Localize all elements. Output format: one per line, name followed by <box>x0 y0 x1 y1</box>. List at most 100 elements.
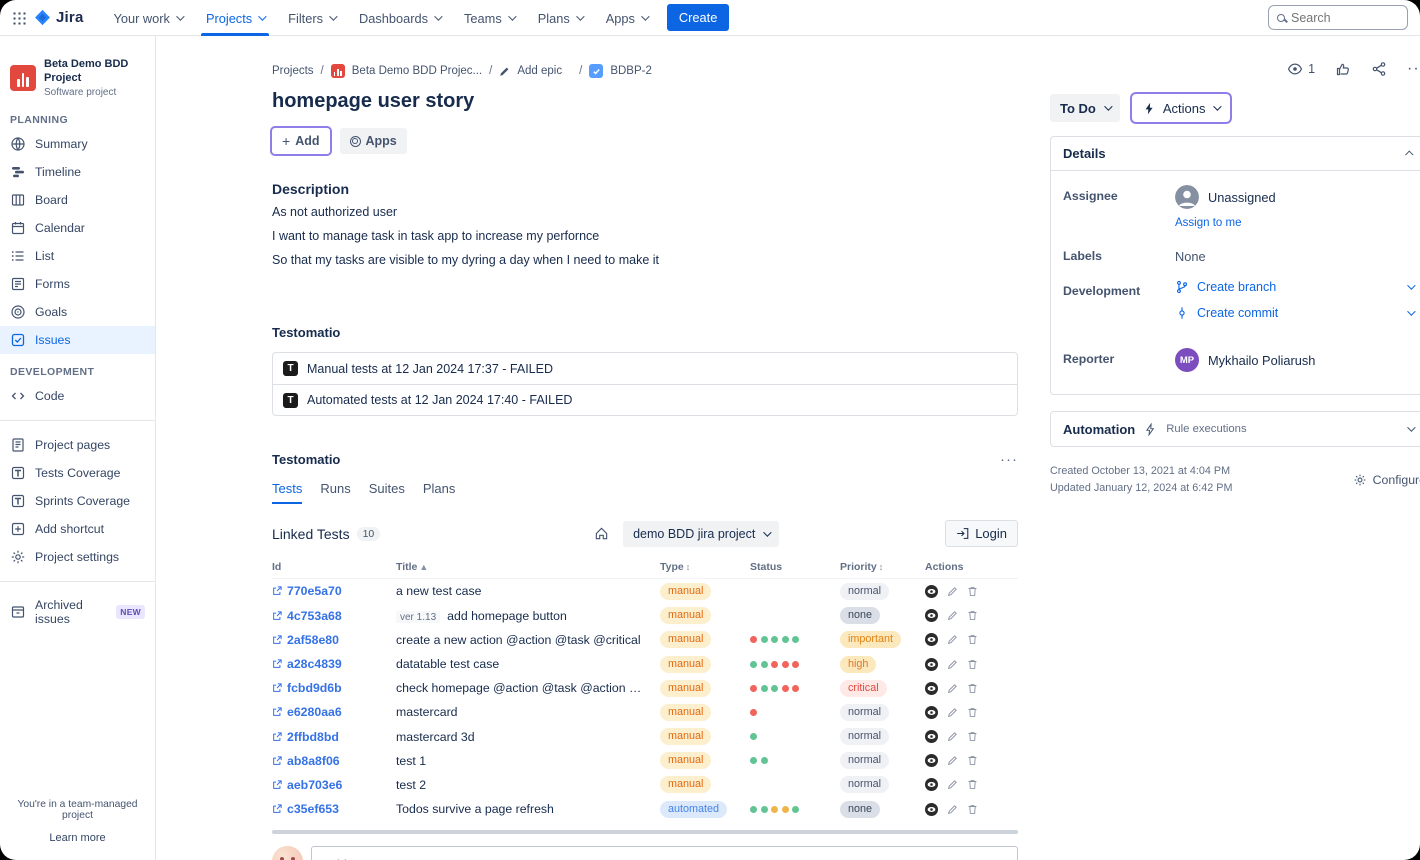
sidebar-item-summary[interactable]: Summary <box>0 130 155 158</box>
assignee-value[interactable]: Unassigned <box>1175 185 1276 209</box>
test-id-link[interactable]: fcbd9d6b <box>287 681 342 695</box>
nav-projects[interactable]: Projects <box>201 0 269 36</box>
description-line[interactable]: As not authorized user <box>272 203 1018 221</box>
test-id-link[interactable]: e6280aa6 <box>287 705 342 719</box>
delete-test-icon[interactable] <box>967 659 978 670</box>
tab-suites[interactable]: Suites <box>369 481 405 504</box>
nav-your-work[interactable]: Your work <box>109 0 187 36</box>
details-header[interactable]: Details <box>1051 137 1420 171</box>
assign-to-me-link[interactable]: Assign to me <box>1175 217 1241 229</box>
watch-button[interactable]: 1 <box>1287 61 1315 77</box>
watch-test-icon[interactable] <box>925 730 938 743</box>
automation-panel[interactable]: Automation Rule executions <box>1050 411 1420 447</box>
chevron-down-icon[interactable] <box>1407 281 1415 289</box>
like-button[interactable] <box>1335 61 1351 77</box>
apps-button[interactable]: Apps <box>340 128 407 154</box>
edit-test-icon[interactable] <box>947 707 958 718</box>
nav-apps[interactable]: Apps <box>601 0 652 36</box>
delete-test-icon[interactable] <box>967 610 978 621</box>
col-priority[interactable]: Priority↕ <box>840 561 925 573</box>
more-actions-icon[interactable]: ··· <box>1407 66 1420 72</box>
nav-dashboards[interactable]: Dashboards <box>354 0 445 36</box>
sidebar-item-sprints-coverage[interactable]: Sprints Coverage <box>0 487 155 515</box>
labels-value[interactable]: None <box>1175 245 1206 264</box>
col-status[interactable]: Status <box>750 561 840 573</box>
test-id-link[interactable]: c35ef653 <box>287 802 339 816</box>
description-line[interactable]: I want to manage task in task app to inc… <box>272 227 1018 245</box>
watch-test-icon[interactable] <box>925 658 938 671</box>
create-commit-row[interactable]: Create commit <box>1175 306 1413 320</box>
tab-tests[interactable]: Tests <box>272 481 302 504</box>
widget-more-icon[interactable]: ··· <box>1000 457 1018 463</box>
breadcrumb-projects[interactable]: Projects <box>272 65 314 77</box>
configure-button[interactable]: Configure <box>1353 463 1420 496</box>
sidebar-item-archived-issues[interactable]: Archived issues NEW <box>0 592 155 632</box>
watch-test-icon[interactable] <box>925 803 938 816</box>
comment-box[interactable]: Looks good! Need help? This is blocked..… <box>311 846 1018 860</box>
watch-test-icon[interactable] <box>925 706 938 719</box>
sidebar-item-board[interactable]: Board <box>0 186 155 214</box>
sidebar-item-code[interactable]: Code <box>0 382 155 410</box>
issue-title[interactable]: homepage user story <box>272 90 1018 113</box>
nav-plans[interactable]: Plans <box>533 0 587 36</box>
edit-test-icon[interactable] <box>947 731 958 742</box>
delete-test-icon[interactable] <box>967 804 978 815</box>
share-button[interactable] <box>1371 61 1387 77</box>
breadcrumb-issue-key[interactable]: BDBP-2 <box>610 65 652 77</box>
tab-runs[interactable]: Runs <box>320 481 350 504</box>
test-id-link[interactable]: 2af58e80 <box>287 633 339 647</box>
sidebar-item-tests-coverage[interactable]: Tests Coverage <box>0 459 155 487</box>
reporter-value[interactable]: MP Mykhailo Poliarush <box>1175 348 1315 372</box>
delete-test-icon[interactable] <box>967 779 978 790</box>
app-switcher-icon[interactable] <box>12 11 26 25</box>
delete-test-icon[interactable] <box>967 707 978 718</box>
tab-plans[interactable]: Plans <box>423 481 456 504</box>
sidebar-item-calendar[interactable]: Calendar <box>0 214 155 242</box>
edit-test-icon[interactable] <box>947 610 958 621</box>
global-search[interactable] <box>1268 5 1408 30</box>
col-title[interactable]: Title▲ <box>396 561 660 573</box>
edit-test-icon[interactable] <box>947 779 958 790</box>
horizontal-scrollbar[interactable] <box>272 830 1018 834</box>
delete-test-icon[interactable] <box>967 586 978 597</box>
create-branch-row[interactable]: Create branch <box>1175 280 1413 294</box>
test-run-result[interactable]: T Automated tests at 12 Jan 2024 17:40 -… <box>273 384 1017 415</box>
search-input[interactable] <box>1291 11 1399 25</box>
test-id-link[interactable]: 770e5a70 <box>287 584 342 598</box>
nav-teams[interactable]: Teams <box>459 0 519 36</box>
test-id-link[interactable]: 4c753a68 <box>287 609 342 623</box>
login-button[interactable]: Login <box>945 520 1018 547</box>
delete-test-icon[interactable] <box>967 755 978 766</box>
delete-test-icon[interactable] <box>967 683 978 694</box>
delete-test-icon[interactable] <box>967 731 978 742</box>
test-id-link[interactable]: ab8a8f06 <box>287 754 340 768</box>
watch-test-icon[interactable] <box>925 754 938 767</box>
sidebar-item-project-pages[interactable]: Project pages <box>0 431 155 459</box>
home-icon[interactable] <box>594 526 609 541</box>
test-id-link[interactable]: 2ffbd8bd <box>287 730 339 744</box>
edit-test-icon[interactable] <box>947 804 958 815</box>
test-run-result[interactable]: T Manual tests at 12 Jan 2024 17:37 - FA… <box>273 353 1017 384</box>
watch-test-icon[interactable] <box>925 609 938 622</box>
project-header[interactable]: Beta Demo BDD Project Software project <box>0 58 155 98</box>
sidebar-item-timeline[interactable]: Timeline <box>0 158 155 186</box>
watch-test-icon[interactable] <box>925 633 938 646</box>
watch-test-icon[interactable] <box>925 778 938 791</box>
sidebar-item-forms[interactable]: Forms <box>0 270 155 298</box>
watch-test-icon[interactable] <box>925 585 938 598</box>
sidebar-item-goals[interactable]: Goals <box>0 298 155 326</box>
actions-dropdown[interactable]: Actions <box>1132 94 1230 122</box>
edit-test-icon[interactable] <box>947 634 958 645</box>
test-id-link[interactable]: a28c4839 <box>287 657 342 671</box>
edit-test-icon[interactable] <box>947 586 958 597</box>
delete-test-icon[interactable] <box>967 634 978 645</box>
description-line[interactable]: So that my tasks are visible to my dyrin… <box>272 251 1018 269</box>
watch-test-icon[interactable] <box>925 682 938 695</box>
sidebar-item-issues[interactable]: Issues <box>0 326 155 354</box>
status-dropdown[interactable]: To Do <box>1050 94 1120 122</box>
project-selector-dropdown[interactable]: demo BDD jira project <box>623 521 779 547</box>
test-id-link[interactable]: aeb703e6 <box>287 778 342 792</box>
edit-test-icon[interactable] <box>947 659 958 670</box>
add-button[interactable]: +Add <box>272 128 330 154</box>
breadcrumb-project[interactable]: Beta Demo BDD Projec... <box>352 65 482 77</box>
